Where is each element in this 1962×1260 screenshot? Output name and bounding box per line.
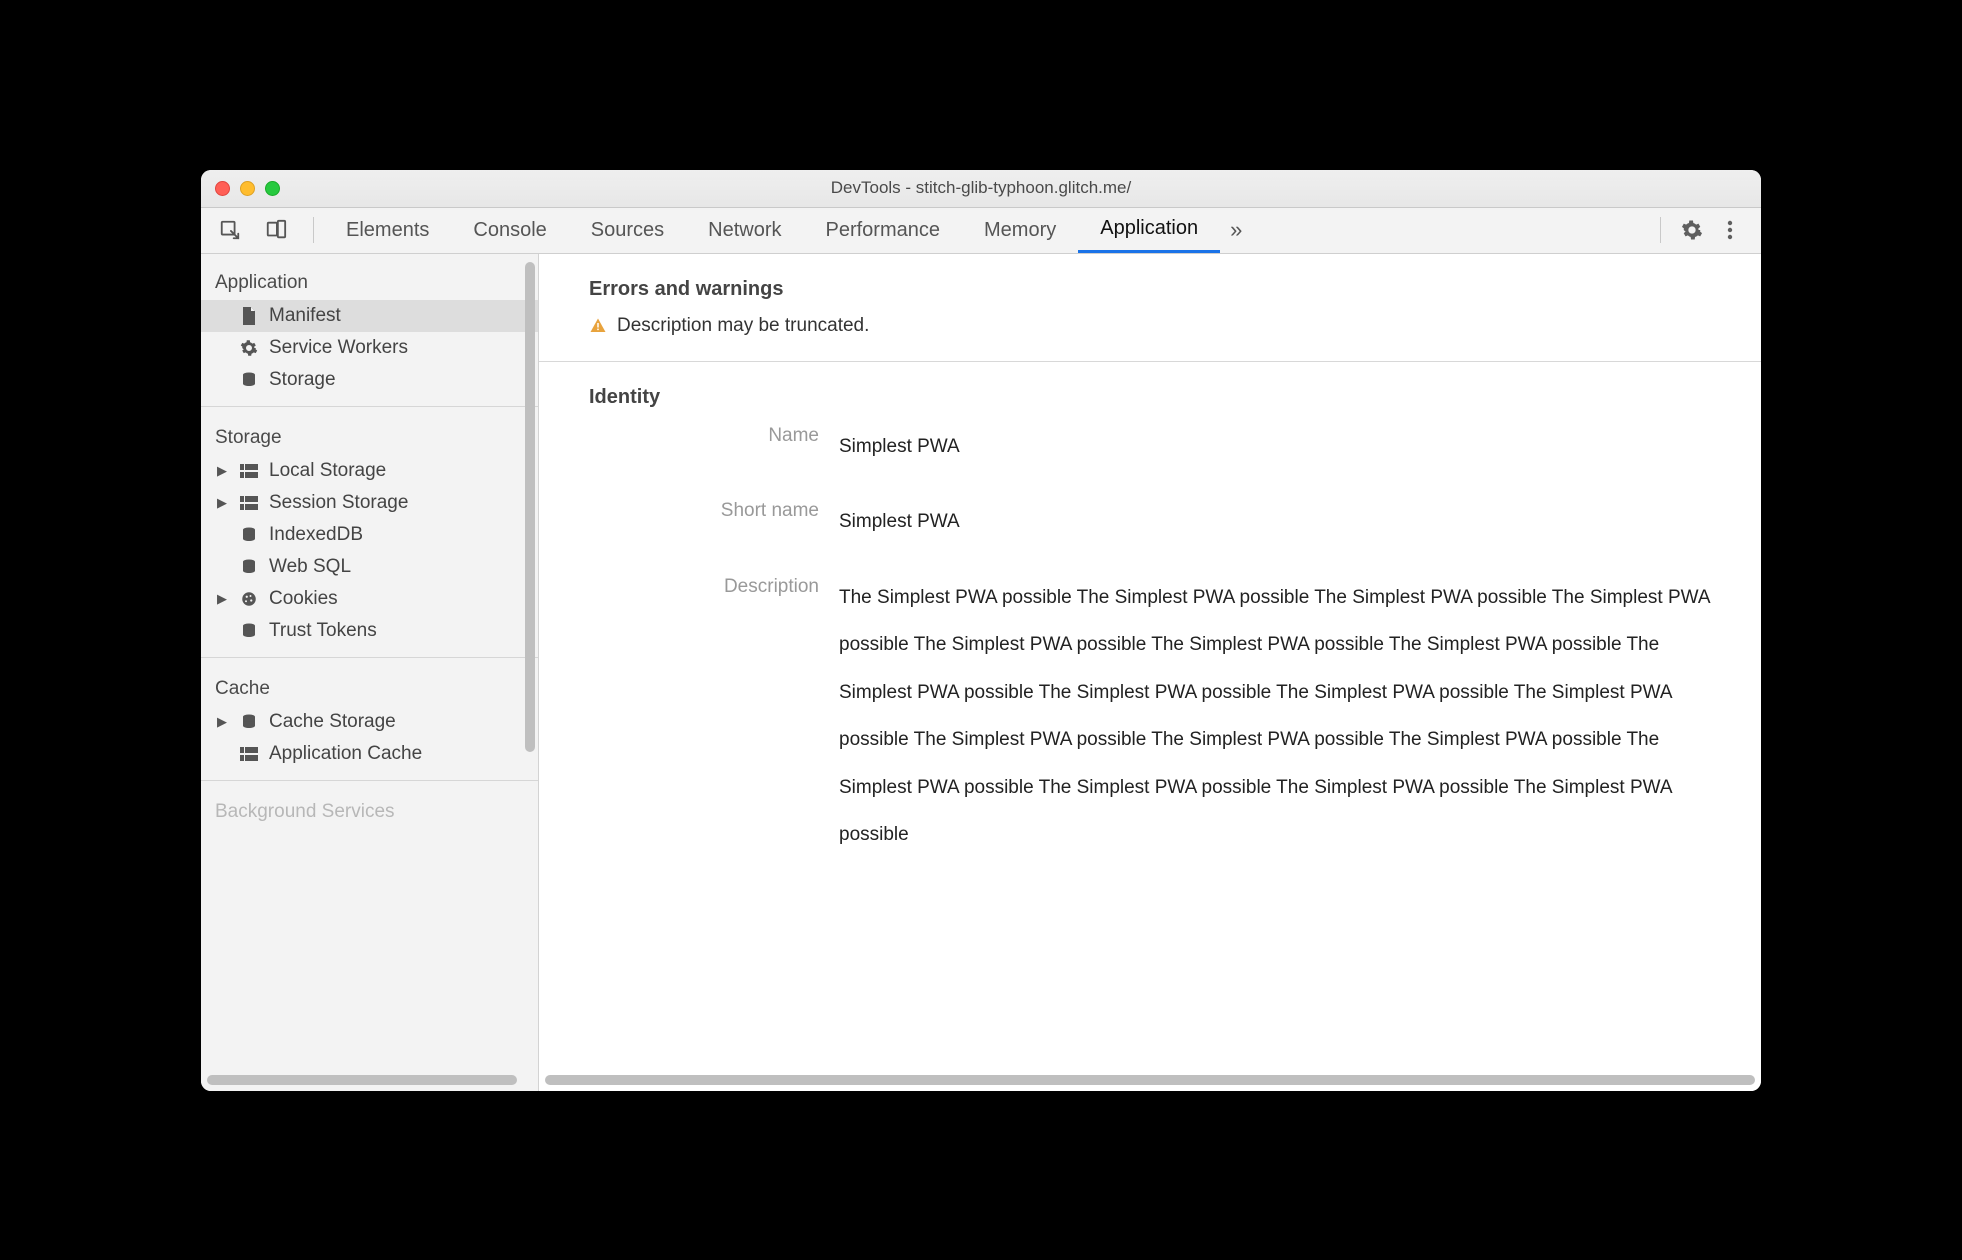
tab-label: Sources	[591, 219, 664, 242]
sidebar-item-label: Manifest	[269, 305, 341, 327]
toolbar-divider	[313, 217, 314, 243]
sidebar-item-storage[interactable]: ▶ Storage	[201, 364, 538, 396]
tab-elements[interactable]: Elements	[324, 208, 451, 253]
file-icon	[239, 306, 259, 326]
identity-value-name: Simplest PWA	[839, 423, 1711, 471]
sidebar-item-web-sql[interactable]: ▶ Web SQL	[201, 551, 538, 583]
panel-tabs: Elements Console Sources Network Perform…	[324, 208, 1220, 253]
zoom-window-button[interactable]	[265, 181, 280, 196]
tab-label: Memory	[984, 219, 1056, 242]
grid-icon	[239, 493, 259, 513]
tab-label: Network	[708, 219, 781, 242]
sidebar-section-cache: Cache	[201, 668, 538, 706]
warning-text: Description may be truncated.	[617, 315, 869, 337]
tab-label: Performance	[826, 219, 941, 242]
sidebar-item-label: Local Storage	[269, 460, 386, 482]
sidebar-item-label: Service Workers	[269, 337, 408, 359]
sidebar-item-label: Trust Tokens	[269, 620, 377, 642]
window-title: DevTools - stitch-glib-typhoon.glitch.me…	[201, 178, 1761, 198]
cookie-icon	[239, 589, 259, 609]
manifest-panel[interactable]: Errors and warnings Description may be t…	[539, 254, 1761, 1091]
sidebar-item-service-workers[interactable]: ▶ Service Workers	[201, 332, 538, 364]
identity-label-description: Description	[589, 574, 819, 598]
expand-arrow-icon[interactable]: ▶	[215, 714, 229, 730]
tab-label: Application	[1100, 217, 1198, 240]
settings-icon[interactable]	[1675, 213, 1709, 247]
sidebar-item-label: Cookies	[269, 588, 338, 610]
expand-arrow-icon[interactable]: ▶	[215, 591, 229, 607]
sidebar-item-indexeddb[interactable]: ▶ IndexedDB	[201, 519, 538, 551]
devtools-toolbar: Elements Console Sources Network Perform…	[201, 208, 1761, 254]
tab-application[interactable]: Application	[1078, 208, 1220, 253]
section-divider	[539, 361, 1761, 362]
inspect-element-icon[interactable]	[213, 213, 247, 247]
warning-icon	[589, 317, 607, 335]
gear-icon	[239, 338, 259, 358]
expand-arrow-icon[interactable]: ▶	[215, 463, 229, 479]
main-horizontal-scrollbar[interactable]	[545, 1075, 1755, 1085]
titlebar: DevTools - stitch-glib-typhoon.glitch.me…	[201, 170, 1761, 208]
identity-table: Name Simplest PWA Short name Simplest PW…	[589, 423, 1711, 859]
sidebar-item-label: IndexedDB	[269, 524, 363, 546]
warning-row: Description may be truncated.	[589, 315, 1711, 337]
sidebar-item-trust-tokens[interactable]: ▶ Trust Tokens	[201, 615, 538, 647]
tab-memory[interactable]: Memory	[962, 208, 1078, 253]
sidebar-item-cookies[interactable]: ▶ Cookies	[201, 583, 538, 615]
sidebar-section-application: Application	[201, 262, 538, 300]
sidebar-horizontal-scrollbar[interactable]	[207, 1075, 517, 1085]
sidebar-section-storage: Storage	[201, 417, 538, 455]
more-options-icon[interactable]	[1713, 213, 1747, 247]
identity-section-title: Identity	[589, 386, 1711, 409]
grid-icon	[239, 461, 259, 481]
more-tabs-button[interactable]: »	[1220, 217, 1252, 243]
identity-value-description: The Simplest PWA possible The Simplest P…	[839, 574, 1711, 859]
sidebar-divider	[201, 657, 538, 658]
sidebar-item-label: Session Storage	[269, 492, 408, 514]
database-icon	[239, 557, 259, 577]
tab-console[interactable]: Console	[451, 208, 568, 253]
tab-label: Elements	[346, 219, 429, 242]
database-icon	[239, 525, 259, 545]
sidebar-item-session-storage[interactable]: ▶ Session Storage	[201, 487, 538, 519]
tab-sources[interactable]: Sources	[569, 208, 686, 253]
minimize-window-button[interactable]	[240, 181, 255, 196]
device-toolbar-icon[interactable]	[259, 213, 293, 247]
expand-arrow-icon[interactable]: ▶	[215, 495, 229, 511]
sidebar-item-local-storage[interactable]: ▶ Local Storage	[201, 455, 538, 487]
errors-section-title: Errors and warnings	[589, 278, 1711, 301]
database-icon	[239, 712, 259, 732]
sidebar-item-cache-storage[interactable]: ▶ Cache Storage	[201, 706, 538, 738]
database-icon	[239, 370, 259, 390]
identity-label-name: Name	[589, 423, 819, 447]
sidebar-divider	[201, 406, 538, 407]
grid-icon	[239, 744, 259, 764]
panel-body: Application ▶ Manifest ▶ Service Workers…	[201, 254, 1761, 1091]
sidebar-item-label: Web SQL	[269, 556, 351, 578]
identity-value-short-name: Simplest PWA	[839, 498, 1711, 546]
database-icon	[239, 621, 259, 641]
sidebar-divider	[201, 780, 538, 781]
tab-performance[interactable]: Performance	[804, 208, 963, 253]
tab-network[interactable]: Network	[686, 208, 803, 253]
sidebar-item-manifest[interactable]: ▶ Manifest	[201, 300, 538, 332]
sidebar-item-label: Cache Storage	[269, 711, 396, 733]
main-panel-wrapper: Errors and warnings Description may be t…	[539, 254, 1761, 1091]
devtools-window: DevTools - stitch-glib-typhoon.glitch.me…	[201, 170, 1761, 1091]
toolbar-divider	[1660, 217, 1661, 243]
sidebar-section-background-services: Background Services	[201, 791, 538, 829]
sidebar-item-label: Storage	[269, 369, 336, 391]
application-sidebar[interactable]: Application ▶ Manifest ▶ Service Workers…	[201, 254, 539, 1091]
identity-label-short-name: Short name	[589, 498, 819, 522]
sidebar-item-application-cache[interactable]: ▶ Application Cache	[201, 738, 538, 770]
sidebar-item-label: Application Cache	[269, 743, 422, 765]
traffic-lights	[201, 181, 280, 196]
close-window-button[interactable]	[215, 181, 230, 196]
tab-label: Console	[473, 219, 546, 242]
